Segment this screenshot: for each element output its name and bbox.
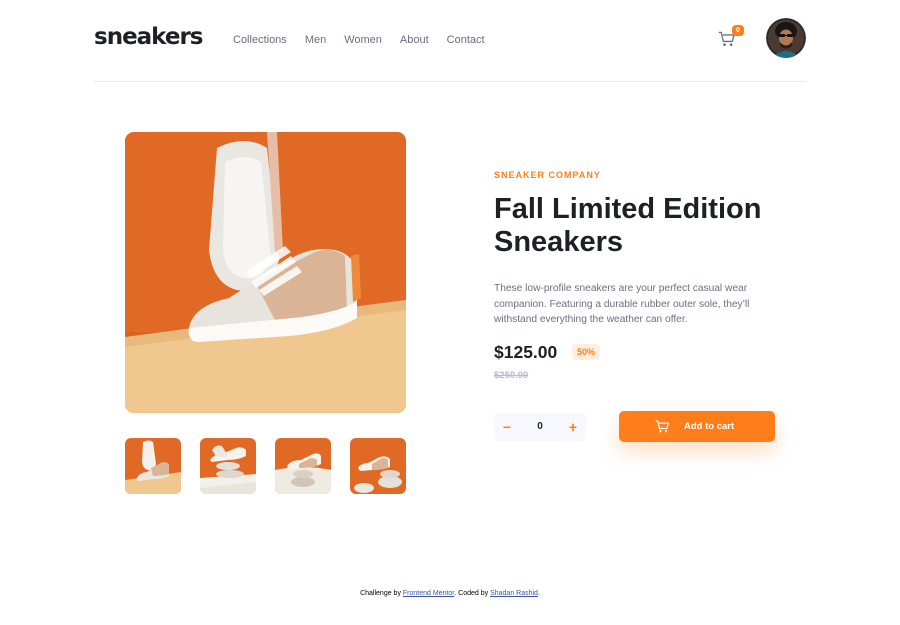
decrease-quantity-button[interactable]: − [494,413,520,441]
nav-about[interactable]: About [400,34,429,46]
nav-collections[interactable]: Collections [233,34,287,46]
nav-women[interactable]: Women [344,34,382,46]
product-description: These low-profile sneakers are your perf… [494,283,750,325]
attribution-footer: Challenge by Frontend Mentor. Coded by S… [0,590,900,597]
current-price: $125.00 [494,342,558,362]
quantity-value: 0 [537,421,543,432]
avatar[interactable] [766,18,806,58]
frontend-mentor-link[interactable]: Frontend Mentor [403,590,454,597]
product-title: Fall Limited Edition Sneakers [494,193,762,258]
footer-prefix: Challenge by [360,590,403,597]
product-main-image[interactable] [125,132,406,413]
quantity-stepper: − 0 + [494,413,586,441]
discount-badge: 50% [572,344,601,360]
footer-middle: . Coded by [454,590,491,597]
cart-count-badge: 0 [732,25,744,36]
thumbnail-1[interactable] [125,438,181,494]
header: sneakers Collections Men Women About Con… [94,0,806,82]
add-to-cart-button[interactable]: Add to cart [619,411,775,442]
thumbnail-strip [125,438,406,494]
nav-contact[interactable]: Contact [447,34,485,46]
author-link[interactable]: Shadan Rashid [490,590,538,597]
thumbnail-2[interactable] [200,438,256,494]
cart-icon [655,419,670,434]
add-to-cart-label: Add to cart [684,421,735,432]
logo[interactable]: sneakers [94,24,203,50]
original-price: $250.00 [494,370,529,381]
thumbnail-4[interactable] [350,438,406,494]
footer-suffix: . [537,590,540,597]
increase-quantity-button[interactable]: + [560,413,586,441]
thumbnail-3[interactable] [275,438,331,494]
company-name: SNEAKER COMPANY [494,170,601,180]
nav-men[interactable]: Men [305,34,326,46]
main-nav: Collections Men Women About Contact [233,34,503,46]
